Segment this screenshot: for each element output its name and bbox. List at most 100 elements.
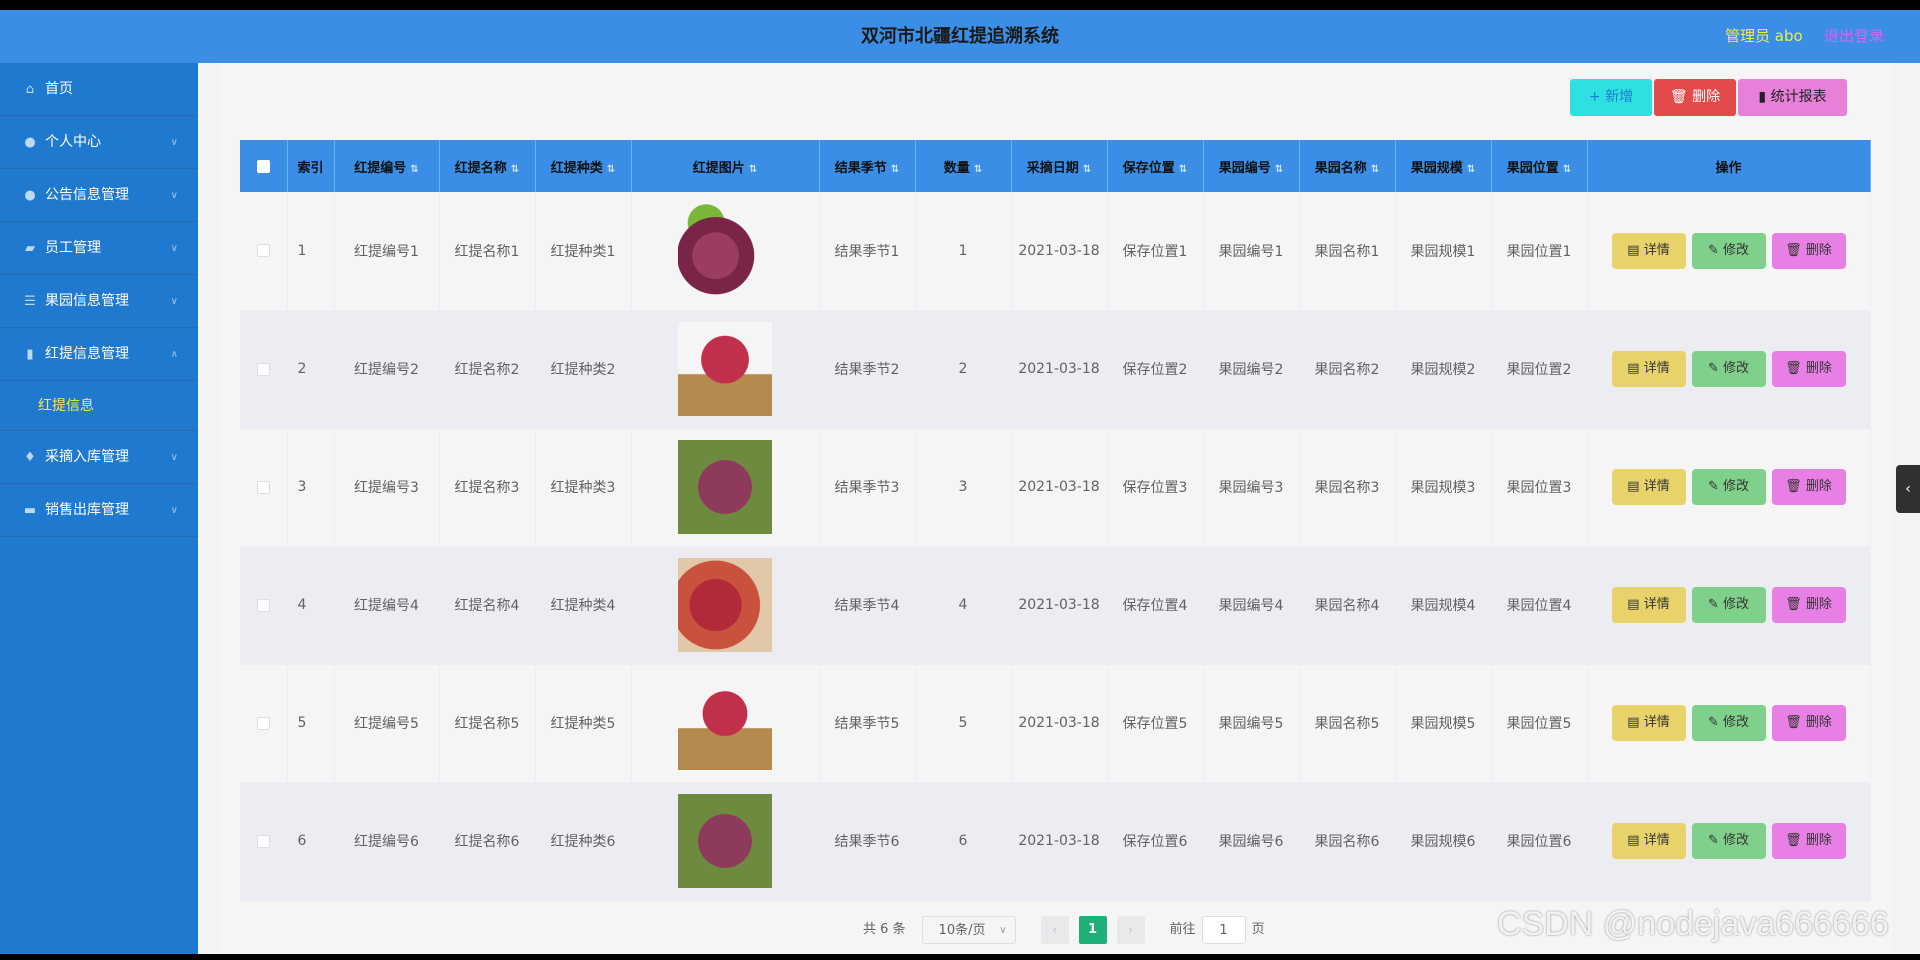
data-table: 索引 红提编号 ⇅ 红提名称 ⇅ 红提种类 ⇅ 红提图片 ⇅ 结果季节 ⇅ 数量 ⇅ 采摘日… — [240, 140, 1871, 901]
sort-icon[interactable]: ⇅ — [1467, 164, 1475, 175]
goto-page-input[interactable]: 1 — [1201, 916, 1246, 944]
col-header[interactable]: 采摘日期 ⇅ — [1011, 140, 1108, 192]
delete-button[interactable]: 🗑 删除 — [1771, 469, 1846, 505]
edit-button[interactable]: ✎ 修改 — [1691, 469, 1766, 505]
sidebar-item-orchard[interactable]: ☰ 果园信息管理 ∨ — [0, 275, 198, 328]
detail-button[interactable]: ▤ 详情 — [1611, 587, 1686, 623]
cell-storage: 保存位置2 — [1107, 310, 1204, 429]
detail-button[interactable]: ▤ 详情 — [1611, 351, 1686, 387]
col-header[interactable]: 红提名称 ⇅ — [439, 140, 536, 192]
sidebar-item-home[interactable]: ⌂ 首页 — [0, 63, 198, 116]
sort-icon[interactable]: ⇅ — [410, 164, 418, 175]
sort-icon[interactable]: ⇅ — [1275, 164, 1283, 175]
detail-button[interactable]: ▤ 详情 — [1611, 823, 1686, 859]
prev-page-button[interactable]: ‹ — [1040, 916, 1069, 944]
col-header-label: 红提编号 — [354, 160, 407, 176]
trash-icon: 🗑 — [1785, 833, 1806, 848]
sort-icon[interactable]: ⇅ — [1371, 164, 1379, 175]
detail-button[interactable]: ▤ 详情 — [1611, 469, 1686, 505]
col-header[interactable]: 果园规模 ⇅ — [1395, 140, 1492, 192]
page-number-current[interactable]: 1 — [1078, 916, 1107, 944]
cell-orchard-code: 果园编号6 — [1203, 782, 1300, 901]
sort-icon[interactable]: ⇅ — [1179, 164, 1187, 175]
edit-button[interactable]: ✎ 修改 — [1691, 587, 1766, 623]
cell-orchard-name: 果园名称2 — [1299, 310, 1396, 429]
sidebar-item-sales[interactable]: ▬ 销售出库管理 ∨ — [0, 484, 198, 537]
cell-orchard-name: 果园名称5 — [1299, 664, 1396, 783]
col-header[interactable]: 红提编号 ⇅ — [334, 140, 440, 192]
cell-code: 红提编号4 — [334, 546, 440, 665]
cell-quantity: 1 — [915, 192, 1012, 311]
cell-quantity: 5 — [915, 664, 1012, 783]
col-header[interactable]: 果园位置 ⇅ — [1491, 140, 1588, 192]
col-header[interactable]: 果园编号 ⇅ — [1203, 140, 1300, 192]
page-title: 双河市北疆红提追溯系统 — [861, 26, 1059, 47]
sort-icon[interactable]: ⇅ — [1083, 164, 1091, 175]
sort-icon[interactable]: ⇅ — [607, 164, 615, 175]
stats-report-button[interactable]: ▮ 统计报表 — [1738, 79, 1847, 116]
chevron-down-icon: ∨ — [170, 190, 178, 201]
edit-button[interactable]: ✎ 修改 — [1691, 351, 1766, 387]
col-header[interactable]: 红提图片 ⇅ — [631, 140, 820, 192]
trash-icon: 🗑 — [1785, 479, 1806, 494]
cell-orchard-name: 果园名称6 — [1299, 782, 1396, 901]
row-select-cell — [240, 782, 288, 901]
sort-icon[interactable]: ⇅ — [511, 164, 519, 175]
delete-button[interactable]: 🗑 删除 — [1771, 823, 1846, 859]
cell-quantity: 4 — [915, 546, 1012, 665]
sort-icon[interactable]: ⇅ — [974, 164, 982, 175]
row-checkbox[interactable] — [256, 480, 270, 494]
select-all-checkbox[interactable] — [256, 159, 270, 173]
collapse-tab[interactable]: ‹ — [1896, 465, 1920, 513]
add-button[interactable]: + 新增 — [1570, 79, 1652, 116]
col-header[interactable]: 结果季节 ⇅ — [819, 140, 916, 192]
edit-label: 修改 — [1723, 715, 1750, 730]
sidebar-item-personal[interactable]: ● 个人中心 ∨ — [0, 116, 198, 169]
row-checkbox[interactable] — [256, 362, 270, 376]
edit-button[interactable]: ✎ 修改 — [1691, 232, 1766, 269]
edit-button[interactable]: ✎ 修改 — [1691, 705, 1766, 741]
row-select-cell — [240, 664, 288, 783]
sidebar-item-label: 员工管理 — [45, 240, 101, 256]
row-checkbox[interactable] — [256, 244, 270, 258]
batch-delete-button[interactable]: 🗑 删除 — [1654, 79, 1736, 116]
cell-season: 结果季节5 — [819, 664, 916, 783]
sidebar-subitem-grape-info[interactable]: 红提信息 — [0, 381, 198, 431]
cell-date: 2021-03-18 — [1011, 546, 1108, 665]
sidebar-item-picking[interactable]: ♦ 采摘入库管理 ∨ — [0, 431, 198, 484]
delete-button[interactable]: 🗑 删除 — [1771, 232, 1846, 269]
sidebar-item-grape[interactable]: ▮ 红提信息管理 ∧ — [0, 328, 198, 381]
row-checkbox[interactable] — [256, 834, 270, 848]
cell-orchard-scale: 果园规模1 — [1395, 192, 1492, 311]
col-header[interactable]: 红提种类 ⇅ — [535, 140, 632, 192]
cell-storage: 保存位置3 — [1107, 428, 1204, 547]
table-header-row: 索引 红提编号 ⇅ 红提名称 ⇅ 红提种类 ⇅ 红提图片 ⇅ 结果季节 ⇅ 数量 ⇅ 采摘日… — [240, 140, 1871, 192]
next-page-button[interactable]: › — [1116, 916, 1145, 944]
row-checkbox[interactable] — [256, 716, 270, 730]
briefcase-icon: ▰ — [25, 241, 35, 256]
col-header[interactable]: 果园名称 ⇅ — [1299, 140, 1396, 192]
sort-icon[interactable]: ⇅ — [891, 164, 899, 175]
logout-link[interactable]: 退出登录 — [1824, 10, 1884, 63]
pagination: 共 6 条 10条/页 ∨ ‹ 1 › 前往 1 页 — [863, 916, 1265, 944]
sidebar-item-staff[interactable]: ▰ 员工管理 ∨ — [0, 222, 198, 275]
sort-icon[interactable]: ⇅ — [1563, 164, 1571, 175]
row-select-cell — [240, 192, 288, 311]
delete-button[interactable]: 🗑 删除 — [1771, 587, 1846, 623]
row-checkbox[interactable] — [256, 598, 270, 612]
detail-button[interactable]: ▤ 详情 — [1611, 705, 1686, 741]
cell-orchard-name: 果园名称1 — [1299, 192, 1396, 311]
delete-button[interactable]: 🗑 删除 — [1771, 705, 1846, 741]
sort-icon[interactable]: ⇅ — [749, 164, 757, 175]
cell-name: 红提名称6 — [439, 782, 536, 901]
delete-button[interactable]: 🗑 删除 — [1771, 351, 1846, 387]
cell-season: 结果季节2 — [819, 310, 916, 429]
detail-button[interactable]: ▤ 详情 — [1611, 232, 1686, 269]
col-header[interactable]: 保存位置 ⇅ — [1107, 140, 1204, 192]
cell-date: 2021-03-18 — [1011, 192, 1108, 311]
col-header[interactable]: 数量 ⇅ — [915, 140, 1012, 192]
sidebar-item-notice[interactable]: ● 公告信息管理 ∨ — [0, 169, 198, 222]
cell-index: 1 — [287, 192, 335, 311]
edit-button[interactable]: ✎ 修改 — [1691, 823, 1766, 859]
page-size-select[interactable]: 10条/页 ∨ — [921, 916, 1016, 944]
